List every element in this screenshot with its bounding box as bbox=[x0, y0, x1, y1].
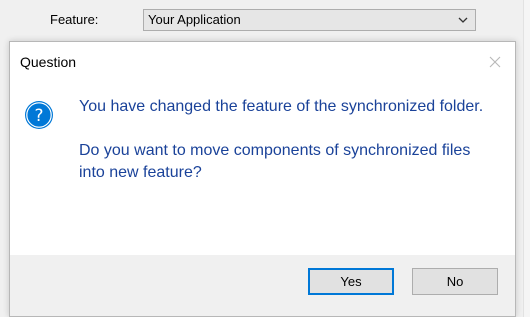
dialog-message: You have changed the feature of the sync… bbox=[79, 96, 489, 184]
message-line-1: You have changed the feature of the sync… bbox=[79, 98, 484, 115]
chevron-down-icon bbox=[458, 17, 468, 23]
dialog-titlebar: Question bbox=[10, 42, 515, 82]
feature-select[interactable]: Your Application bbox=[143, 9, 476, 31]
dialog-title: Question bbox=[20, 54, 77, 70]
feature-row: Feature: Your Application bbox=[0, 0, 530, 40]
close-icon bbox=[489, 56, 501, 68]
yes-button[interactable]: Yes bbox=[308, 268, 394, 295]
parent-window-edge bbox=[523, 0, 530, 317]
message-line-2: Do you want to move components of synchr… bbox=[79, 142, 471, 181]
feature-label: Feature: bbox=[50, 12, 99, 27]
dialog-footer: Yes No bbox=[10, 255, 515, 316]
feature-select-value: Your Application bbox=[148, 12, 241, 27]
no-button[interactable]: No bbox=[412, 268, 498, 295]
question-icon: ? bbox=[25, 101, 53, 129]
dialog-content: ? You have changed the feature of the sy… bbox=[10, 82, 515, 255]
question-dialog: Question ? You have changed the feature … bbox=[9, 41, 516, 317]
close-button[interactable] bbox=[483, 51, 507, 73]
svg-text:?: ? bbox=[34, 106, 43, 126]
